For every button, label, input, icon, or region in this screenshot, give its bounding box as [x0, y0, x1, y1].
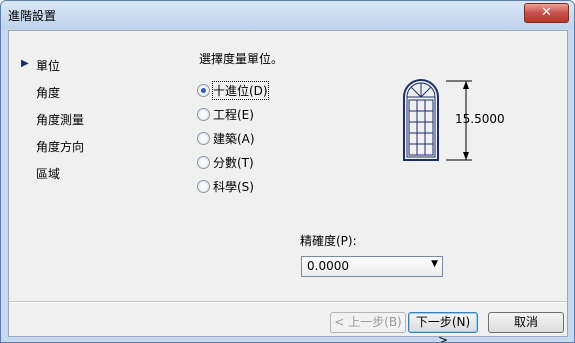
units-prompt: 選擇度量單位。 [199, 52, 284, 66]
chevron-down-icon: ▼ [431, 259, 438, 269]
radio-button[interactable] [197, 84, 210, 97]
radio-button[interactable] [197, 132, 210, 145]
footer-divider [9, 301, 567, 303]
preview-dimension: 15.5000 [455, 112, 505, 126]
sidebar-item-angle-direction[interactable]: 角度方向 [36, 138, 84, 155]
radio-label: 科學(S) [213, 180, 254, 194]
window-title: 進階設置 [8, 9, 57, 23]
radio-label: 建築(A) [213, 132, 255, 146]
radio-button[interactable] [197, 156, 210, 169]
radio-label: 十進位(D) [212, 81, 269, 100]
radio-label: 工程(E) [213, 108, 254, 122]
close-button[interactable]: ✕ [524, 3, 569, 23]
dialog-body: ▶ 單位 角度 角度測量 角度方向 區域 選擇度量單位。 十進位(D) 工程(E… [8, 30, 568, 342]
dialog-window: 進階設置 ✕ ▶ 單位 角度 角度測量 角度方向 區域 選擇度量單位。 十進位(… [0, 0, 575, 343]
sidebar-item-area[interactable]: 區域 [36, 165, 60, 182]
precision-dropdown[interactable]: 0.0000 ▼ [301, 256, 443, 277]
precision-label: 精確度(P): [300, 234, 357, 248]
title-bar[interactable]: 進階設置 ✕ [1, 1, 574, 29]
next-button[interactable]: 下一步(N) > [408, 312, 478, 342]
back-button[interactable]: < 上一步(B) [330, 312, 406, 333]
radio-button[interactable] [197, 180, 210, 193]
radio-label: 分數(T) [213, 156, 254, 170]
sidebar-item-units[interactable]: 單位 [36, 57, 60, 74]
radio-button[interactable] [197, 108, 210, 121]
close-icon: ✕ [541, 5, 552, 20]
sidebar-item-angle-measure[interactable]: 角度測量 [36, 111, 84, 128]
precision-value: 0.0000 [307, 259, 349, 273]
sidebar-item-angle[interactable]: 角度 [36, 84, 60, 101]
selected-arrow-icon: ▶ [21, 58, 29, 69]
cancel-button[interactable]: 取消 [488, 312, 564, 333]
